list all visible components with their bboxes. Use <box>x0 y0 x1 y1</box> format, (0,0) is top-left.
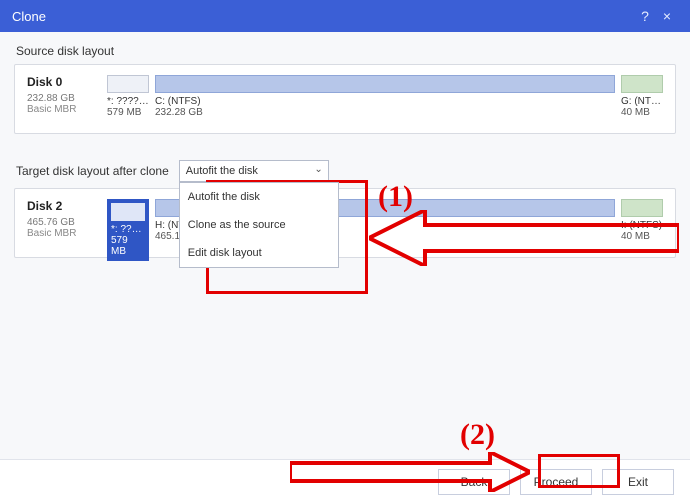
source-disk-type: Basic MBR <box>27 104 107 115</box>
target-disk-panel: Disk 2 465.76 GB Basic MBR *: ???? (N...… <box>14 188 676 258</box>
partition-size: 579 MB <box>107 107 141 118</box>
partition-label: C: (NTFS) <box>155 96 201 107</box>
source-disk-name: Disk 0 <box>27 75 107 89</box>
layout-mode-dropdown[interactable]: Autofit the disk ⌄ Autofit the disk Clon… <box>179 160 329 182</box>
source-heading: Source disk layout <box>0 32 690 64</box>
dropdown-trigger[interactable]: Autofit the disk ⌄ <box>179 160 329 182</box>
target-partition-0[interactable]: *: ???? (N... 579 MB <box>107 199 149 261</box>
source-disk-info: Disk 0 232.88 GB Basic MBR <box>27 75 107 123</box>
source-partition-2[interactable]: G: (NTFS) 40 MB <box>621 75 663 118</box>
dropdown-selected: Autofit the disk <box>186 165 258 177</box>
partition-label: *: ???? (N... <box>107 96 149 107</box>
partition-label: *: ???? (N... <box>111 224 145 235</box>
target-disk-type: Basic MBR <box>27 228 107 239</box>
exit-button[interactable]: Exit <box>602 469 674 495</box>
dropdown-menu: Autofit the disk Clone as the source Edi… <box>179 182 339 268</box>
chevron-down-icon: ⌄ <box>314 164 322 175</box>
titlebar: Clone ? × <box>0 0 690 32</box>
source-partitions: *: ???? (N... 579 MB C: (NTFS) 232.28 GB… <box>107 75 663 123</box>
partition-label: G: (NTFS) <box>621 96 663 107</box>
target-disk-size: 465.76 GB <box>27 217 107 228</box>
target-heading: Target disk layout after clone <box>16 164 169 178</box>
source-disk-size: 232.88 GB <box>27 93 107 104</box>
partition-size: 40 MB <box>621 107 650 118</box>
partition-size: 232.28 GB <box>155 107 203 118</box>
partition-size: 579 MB <box>111 235 145 257</box>
target-disk-info: Disk 2 465.76 GB Basic MBR <box>27 199 107 247</box>
partition-size: 40 MB <box>621 231 650 242</box>
dropdown-option-clone-as-source[interactable]: Clone as the source <box>180 211 338 239</box>
target-partition-2[interactable]: I: (NTFS) 40 MB <box>621 199 663 242</box>
proceed-button[interactable]: Proceed <box>520 469 592 495</box>
target-disk-name: Disk 2 <box>27 199 107 213</box>
help-icon[interactable]: ? <box>634 8 656 24</box>
source-disk-panel: Disk 0 232.88 GB Basic MBR *: ???? (N...… <box>14 64 676 134</box>
back-button[interactable]: Back <box>438 469 510 495</box>
dropdown-option-autofit[interactable]: Autofit the disk <box>180 183 338 211</box>
annotation-label-2: (2) <box>460 418 495 452</box>
source-partition-1[interactable]: C: (NTFS) 232.28 GB <box>155 75 615 118</box>
source-partition-0[interactable]: *: ???? (N... 579 MB <box>107 75 149 118</box>
window-title: Clone <box>12 9 46 24</box>
target-header: Target disk layout after clone Autofit t… <box>0 142 690 188</box>
dropdown-option-edit-layout[interactable]: Edit disk layout <box>180 239 338 267</box>
close-icon[interactable]: × <box>656 8 678 24</box>
footer: Back Proceed Exit <box>0 459 690 503</box>
partition-label: I: (NTFS) <box>621 220 662 231</box>
